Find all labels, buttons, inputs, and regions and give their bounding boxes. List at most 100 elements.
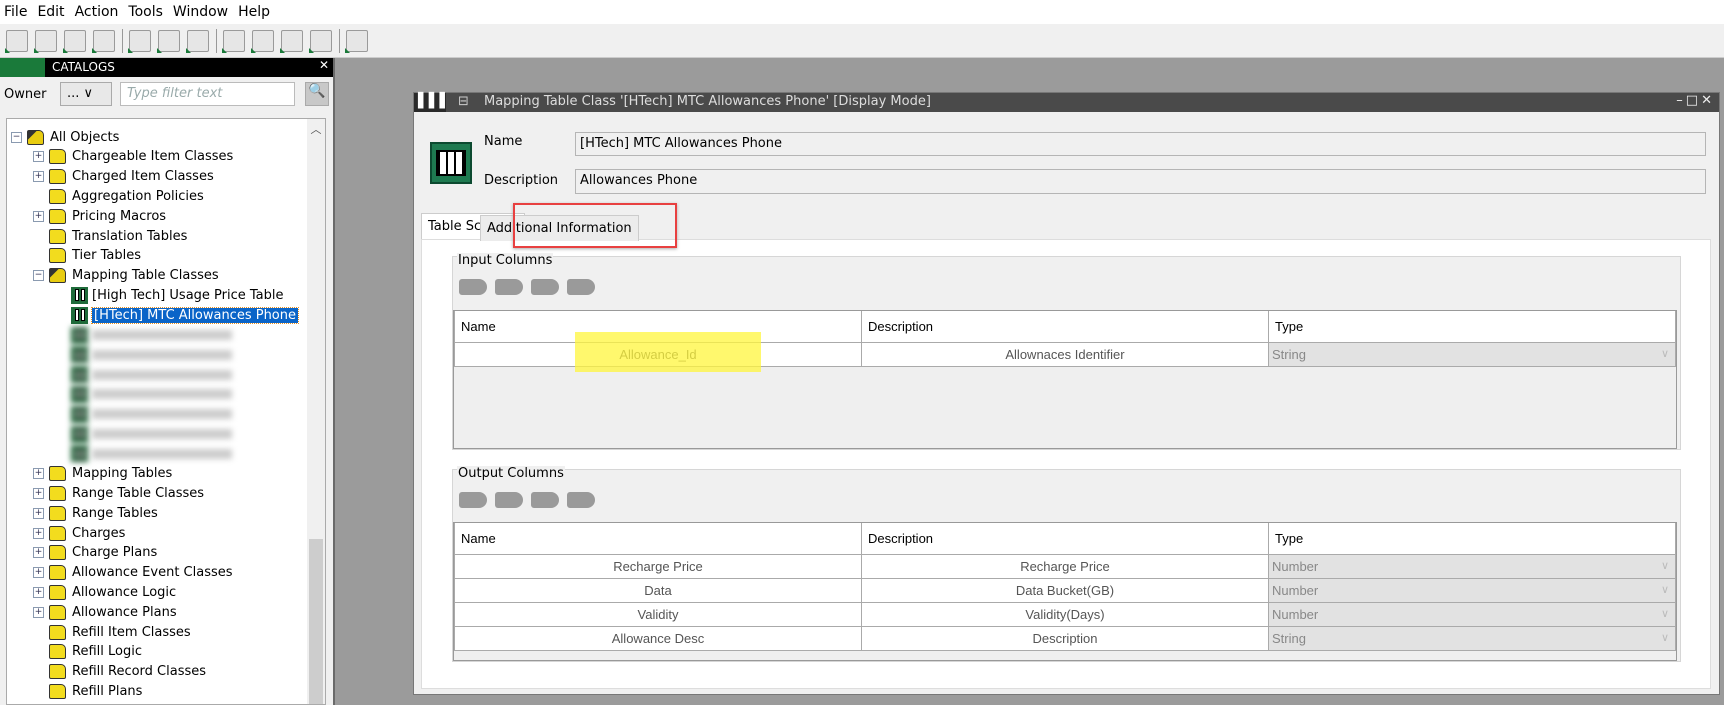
tree-scrollbar[interactable]: ︿: [307, 119, 325, 704]
expand-icon[interactable]: +: [33, 527, 44, 539]
tree-item[interactable]: [High Tech] Usage Price Table: [55, 285, 284, 305]
tree-item[interactable]: Refill Record Classes: [33, 662, 206, 682]
new-object-icon[interactable]: [5, 29, 28, 53]
folder-action-icon[interactable]: [309, 29, 332, 53]
cell-type-select[interactable]: Number: [1268, 577, 1676, 603]
tree-item[interactable]: Translation Tables: [33, 226, 187, 246]
expand-icon[interactable]: +: [33, 487, 44, 499]
tree-item[interactable]: + Range Table Classes: [33, 483, 204, 503]
menu-help[interactable]: Help: [238, 4, 270, 20]
tree-item[interactable]: Aggregation Policies: [33, 186, 204, 206]
tree-item[interactable]: [55, 325, 232, 345]
cell-type-select[interactable]: Number: [1268, 553, 1676, 579]
expand-icon[interactable]: +: [33, 586, 44, 598]
copy-icon[interactable]: [157, 29, 180, 53]
tree-item[interactable]: [55, 424, 232, 444]
name-field[interactable]: [HTech] MTC Allowances Phone: [575, 132, 1706, 156]
tree-item[interactable]: + Allowance Plans: [33, 602, 177, 622]
tree-item[interactable]: + Pricing Macros: [33, 206, 166, 226]
cell-description[interactable]: Validity(Days): [861, 601, 1269, 627]
new-version-icon[interactable]: [251, 29, 274, 53]
move-down-icon[interactable]: [567, 492, 595, 508]
maximize-icon[interactable]: □: [1686, 93, 1701, 108]
cell-name[interactable]: Recharge Price: [454, 553, 862, 579]
menu-edit[interactable]: Edit: [37, 4, 64, 20]
collapse-icon[interactable]: −: [11, 131, 22, 143]
remove-column-icon[interactable]: [495, 279, 523, 295]
tree-item[interactable]: + Allowance Logic: [33, 582, 176, 602]
cell-description[interactable]: Allownaces Identifier: [861, 341, 1269, 367]
tree-item[interactable]: [55, 444, 232, 464]
remove-column-icon[interactable]: [495, 492, 523, 508]
tree-item[interactable]: + Range Tables: [33, 503, 158, 523]
open-icon[interactable]: [34, 29, 57, 53]
tree-item[interactable]: Tier Tables: [33, 246, 141, 266]
menu-file[interactable]: File: [4, 4, 27, 20]
owner-select[interactable]: ... ∨: [60, 82, 112, 106]
minimize-icon[interactable]: –: [1676, 93, 1686, 108]
scroll-up-icon[interactable]: ︿: [307, 121, 325, 137]
expand-icon[interactable]: +: [33, 171, 44, 183]
tree-item[interactable]: Refill Item Classes: [33, 622, 191, 642]
close-icon[interactable]: ✕: [319, 58, 329, 72]
delete-icon[interactable]: [280, 29, 303, 53]
tree-item[interactable]: Refill Plans: [33, 681, 142, 701]
table-row[interactable]: Validity Validity(Days) Number: [454, 601, 1676, 627]
table-row[interactable]: Data Data Bucket(GB) Number: [454, 577, 1676, 603]
tree-item[interactable]: + Charge Plans: [33, 543, 157, 563]
expand-icon[interactable]: +: [33, 210, 44, 222]
scrollbar-thumb[interactable]: [309, 539, 323, 704]
validate-icon[interactable]: [222, 29, 245, 53]
tree-item[interactable]: [55, 384, 232, 404]
tree-item[interactable]: + Charges: [33, 523, 125, 543]
expand-icon[interactable]: +: [33, 567, 44, 579]
menu-tools[interactable]: Tools: [128, 4, 163, 20]
expand-icon[interactable]: +: [33, 606, 44, 618]
filter-input[interactable]: Type filter text: [120, 82, 295, 106]
close-icon[interactable]: ✕: [1701, 93, 1715, 108]
cell-name[interactable]: Validity: [454, 601, 862, 627]
tree-item[interactable]: + Charged Item Classes: [33, 167, 214, 187]
cut-icon[interactable]: [128, 29, 151, 53]
expand-icon[interactable]: +: [33, 468, 44, 480]
search-object-icon[interactable]: [345, 29, 368, 53]
search-icon[interactable]: 🔍: [305, 82, 329, 106]
add-column-icon[interactable]: [459, 492, 487, 508]
edit-icon[interactable]: [63, 29, 86, 53]
tree-item[interactable]: Refill Logic: [33, 642, 142, 662]
window-title-bar[interactable]: ▌▌▌ ⊟ Mapping Table Class '[HTech] MTC A…: [414, 93, 1719, 112]
cell-type-select[interactable]: String: [1268, 341, 1676, 367]
add-column-icon[interactable]: [459, 279, 487, 295]
cell-type-select[interactable]: Number: [1268, 601, 1676, 627]
cell-description[interactable]: Data Bucket(GB): [861, 577, 1269, 603]
move-down-icon[interactable]: [567, 279, 595, 295]
tree-item[interactable]: [55, 404, 232, 424]
menu-action[interactable]: Action: [75, 4, 119, 20]
tree-item[interactable]: [55, 345, 232, 365]
cell-description[interactable]: Recharge Price: [861, 553, 1269, 579]
tree-item[interactable]: − Mapping Table Classes: [33, 266, 219, 286]
cell-name[interactable]: Allowance Desc: [454, 625, 862, 651]
cell-name[interactable]: Data: [454, 577, 862, 603]
save-icon[interactable]: [92, 29, 115, 53]
tree-item[interactable]: + Mapping Tables: [33, 464, 172, 484]
collapse-icon[interactable]: −: [33, 270, 44, 282]
menu-window[interactable]: Window: [173, 4, 228, 20]
tree-item[interactable]: [55, 365, 232, 385]
table-row[interactable]: Allowance Desc Description String: [454, 625, 1676, 651]
cell-type-select[interactable]: String: [1268, 625, 1676, 651]
description-field[interactable]: Allowances Phone: [575, 169, 1706, 194]
tree-item[interactable]: [HTech] MTC Allowances Phone: [55, 305, 300, 325]
tree-item[interactable]: + Allowance Event Classes: [33, 563, 233, 583]
table-row[interactable]: Recharge Price Recharge Price Number: [454, 553, 1676, 579]
tree-item[interactable]: Monitoring Plans: [33, 701, 180, 704]
tree-item[interactable]: − All Objects: [11, 127, 119, 147]
move-up-icon[interactable]: [531, 279, 559, 295]
expand-icon[interactable]: +: [33, 151, 44, 163]
cell-description[interactable]: Description: [861, 625, 1269, 651]
tree-item[interactable]: + Chargeable Item Classes: [33, 147, 233, 167]
move-up-icon[interactable]: [531, 492, 559, 508]
expand-icon[interactable]: +: [33, 547, 44, 559]
expand-icon[interactable]: +: [33, 507, 44, 519]
paste-icon[interactable]: [186, 29, 209, 53]
